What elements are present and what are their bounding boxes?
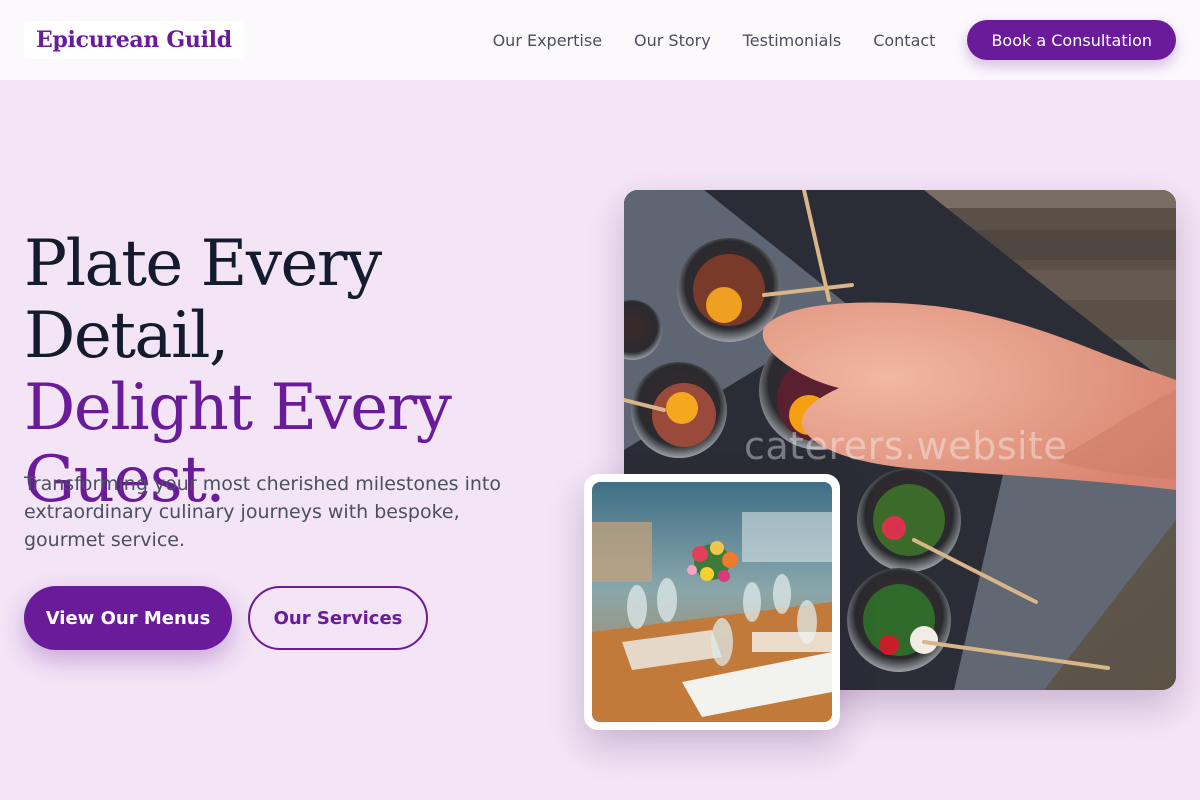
inset-image-card xyxy=(584,474,840,730)
watermark-text: caterers.website xyxy=(744,424,1068,468)
book-consultation-button[interactable]: Book a Consultation xyxy=(967,20,1176,60)
hero-subtitle: Transforming your most cherished milesto… xyxy=(24,473,502,551)
nav-link-our-story[interactable]: Our Story xyxy=(634,31,711,50)
main-nav: Our Expertise Our Story Testimonials Con… xyxy=(461,20,1176,60)
nav-link-testimonials[interactable]: Testimonials xyxy=(743,31,842,50)
inset-table-image xyxy=(592,482,832,722)
nav-link-contact[interactable]: Contact xyxy=(873,31,935,50)
hero-title-line-1: Plate Every Detail, xyxy=(24,227,382,373)
site-header: Epicurean Guild Our Expertise Our Story … xyxy=(0,0,1200,80)
nav-link-our-expertise[interactable]: Our Expertise xyxy=(493,31,602,50)
site-logo[interactable]: Epicurean Guild xyxy=(24,21,244,59)
view-menus-button[interactable]: View Our Menus xyxy=(24,586,232,650)
our-services-button[interactable]: Our Services xyxy=(248,586,428,650)
